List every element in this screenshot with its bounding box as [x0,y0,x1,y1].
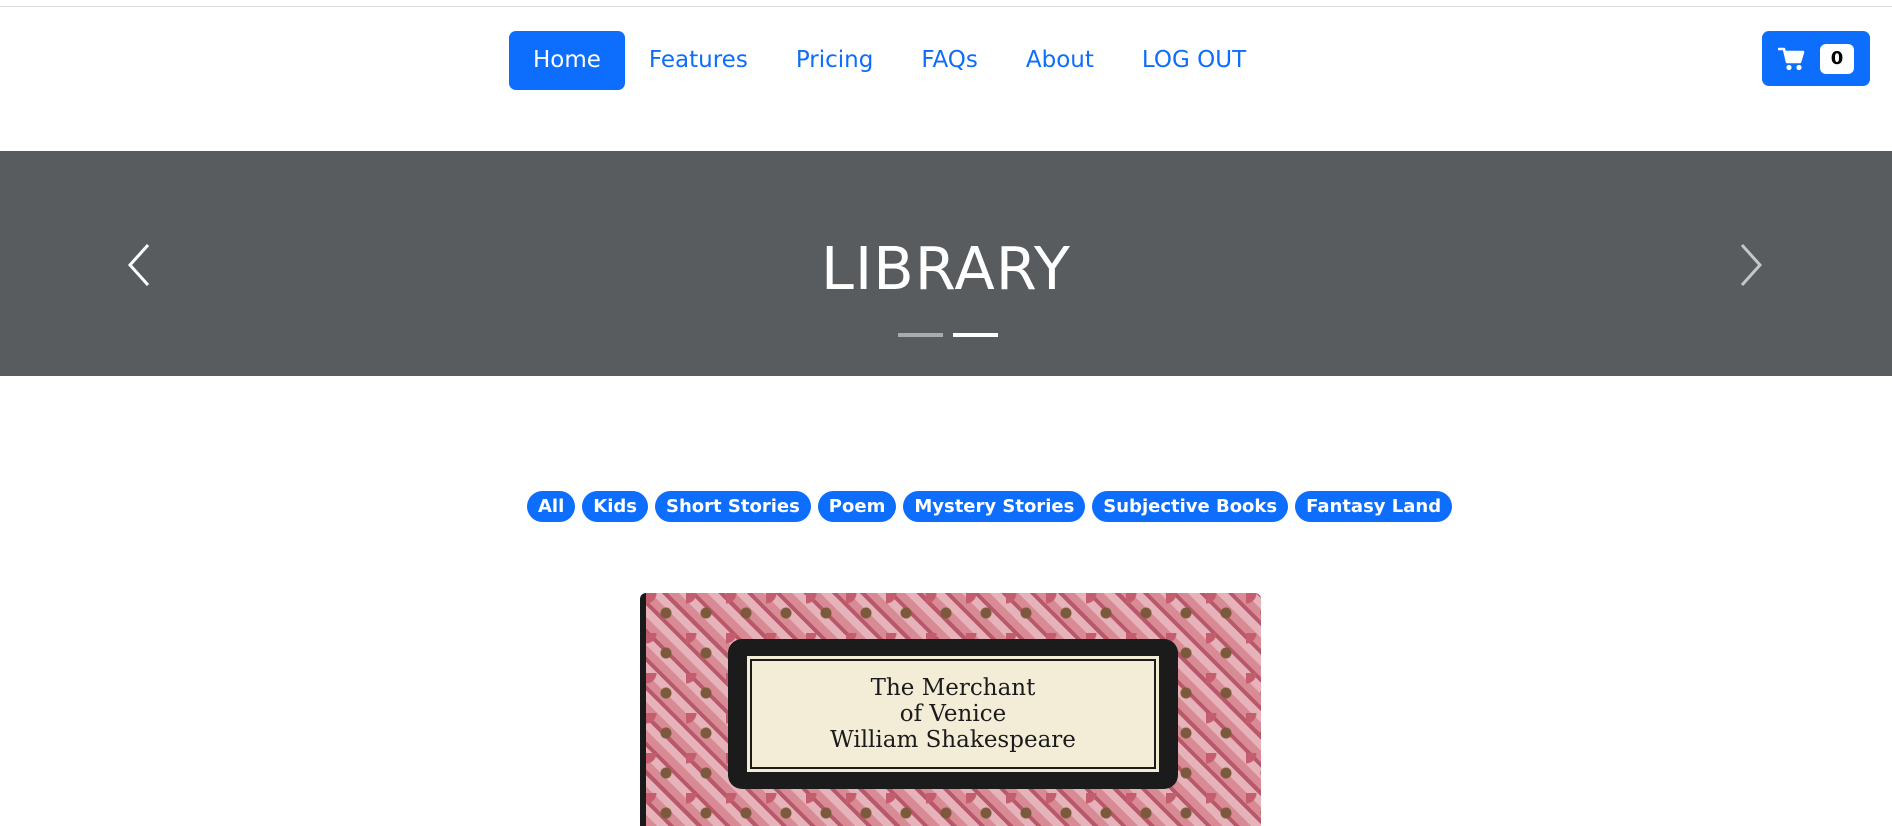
banner-title: LIBRARY [821,234,1071,303]
nav-features[interactable]: Features [625,31,772,90]
book-cover-image[interactable]: The Merchant of Venice William Shakespea… [640,593,1261,826]
carousel-indicator-1[interactable] [898,333,943,337]
chevron-right-icon [1740,243,1763,287]
nav-faqs[interactable]: FAQs [897,31,1002,90]
main-nav: Home Features Pricing FAQs About LOG OUT [509,31,1270,90]
book-author: William Shakespeare [830,727,1076,753]
carousel-indicator-2[interactable] [953,333,998,337]
cart-icon [1778,47,1805,70]
library-carousel: LIBRARY [0,151,1892,376]
nav-home[interactable]: Home [509,31,625,90]
category-kids[interactable]: Kids [582,491,648,522]
cart-count-badge: 0 [1820,43,1854,74]
nav-about[interactable]: About [1002,31,1118,90]
cart-button[interactable]: 0 [1762,31,1870,86]
category-poem[interactable]: Poem [817,491,897,522]
book-cover-frame: The Merchant of Venice William Shakespea… [728,639,1178,789]
book-title-line-2: of Venice [899,701,1007,727]
carousel-indicators [898,333,998,337]
category-all[interactable]: All [527,491,576,522]
carousel-next-button[interactable] [1732,239,1772,291]
book-cover-label: The Merchant of Venice William Shakespea… [744,653,1162,775]
book-title-line-1: The Merchant [870,675,1036,701]
nav-logout[interactable]: LOG OUT [1118,31,1270,90]
category-short-stories[interactable]: Short Stories [655,491,811,522]
top-divider [0,6,1892,7]
category-mystery-stories[interactable]: Mystery Stories [903,491,1086,522]
category-filter: All Kids Short Stories Poem Mystery Stor… [527,491,1453,522]
category-subjective-books[interactable]: Subjective Books [1092,491,1289,522]
nav-pricing[interactable]: Pricing [772,31,898,90]
category-fantasy-land[interactable]: Fantasy Land [1295,491,1453,522]
